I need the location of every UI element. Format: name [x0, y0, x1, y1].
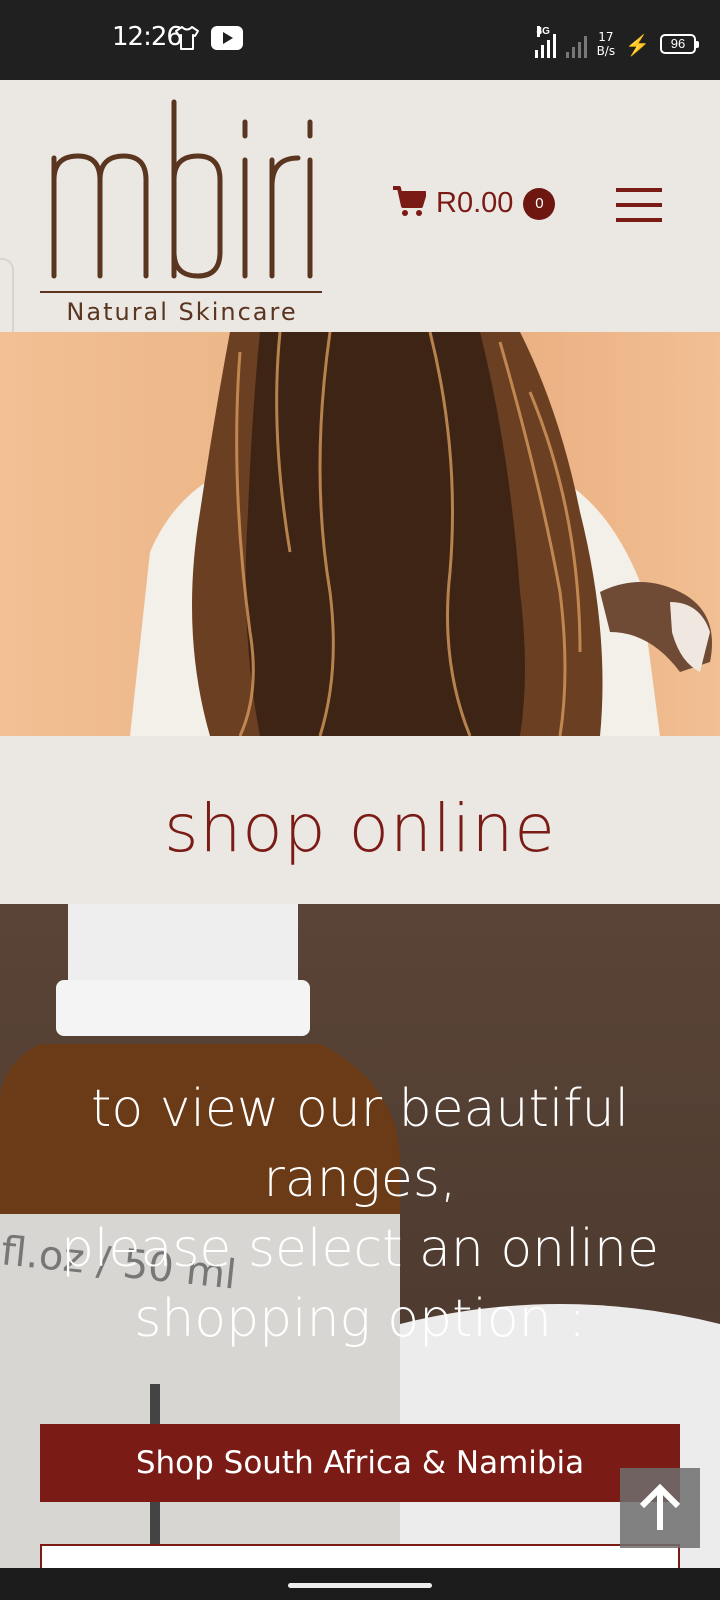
shop-title: shop online	[164, 790, 556, 867]
network-type: 4G	[536, 26, 550, 37]
battery-icon: 96	[660, 34, 699, 54]
cart-button[interactable]: R0.00 0	[392, 185, 556, 222]
charging-icon: ⚡	[625, 35, 650, 57]
cart-total: R0.00	[436, 187, 514, 219]
signal-secondary-icon	[565, 34, 587, 58]
system-nav-bar	[0, 1568, 720, 1600]
intro-line: shopping option :	[134, 1289, 586, 1349]
intro-line: to view our beautiful	[90, 1079, 630, 1139]
shop-secondary-button[interactable]	[40, 1544, 680, 1568]
shop-south-africa-namibia-button[interactable]: Shop South Africa & Namibia	[40, 1424, 680, 1502]
intro-line: ranges,	[263, 1149, 457, 1209]
signal-icon: 4G	[534, 26, 556, 58]
speed-unit: B/s	[596, 44, 616, 58]
status-bar: 12:26 4G 17 B/s ⚡ 96	[0, 0, 720, 80]
hero-image	[0, 332, 720, 736]
speed-value: 17	[598, 30, 614, 44]
network-speed: 17 B/s	[597, 30, 616, 58]
site-header: Natural Skincare R0.00 0	[0, 80, 720, 332]
hamburger-menu-icon[interactable]	[616, 188, 662, 222]
shopping-options-section: fl.oz / 50 ml to view our beautiful rang…	[0, 904, 720, 1568]
tshirt-icon	[173, 24, 201, 57]
home-gesture-handle[interactable]	[288, 1583, 432, 1588]
brand-logo[interactable]: Natural Skincare	[40, 90, 330, 326]
arrow-up-icon	[639, 1484, 681, 1530]
status-indicators: 4G 17 B/s ⚡ 96	[534, 22, 699, 58]
shopping-intro: to view our beautiful ranges, please sel…	[40, 1074, 680, 1354]
status-time: 12:26	[112, 22, 183, 52]
shop-heading-band: shop online	[0, 736, 720, 904]
cart-icon	[392, 185, 427, 222]
intro-line: please select an online	[61, 1219, 659, 1279]
scroll-to-top-button[interactable]	[620, 1468, 700, 1548]
battery-level: 96	[670, 36, 686, 51]
youtube-icon	[211, 26, 243, 50]
cart-count-badge: 0	[523, 187, 556, 220]
logo-tagline: Natural Skincare	[66, 298, 297, 326]
